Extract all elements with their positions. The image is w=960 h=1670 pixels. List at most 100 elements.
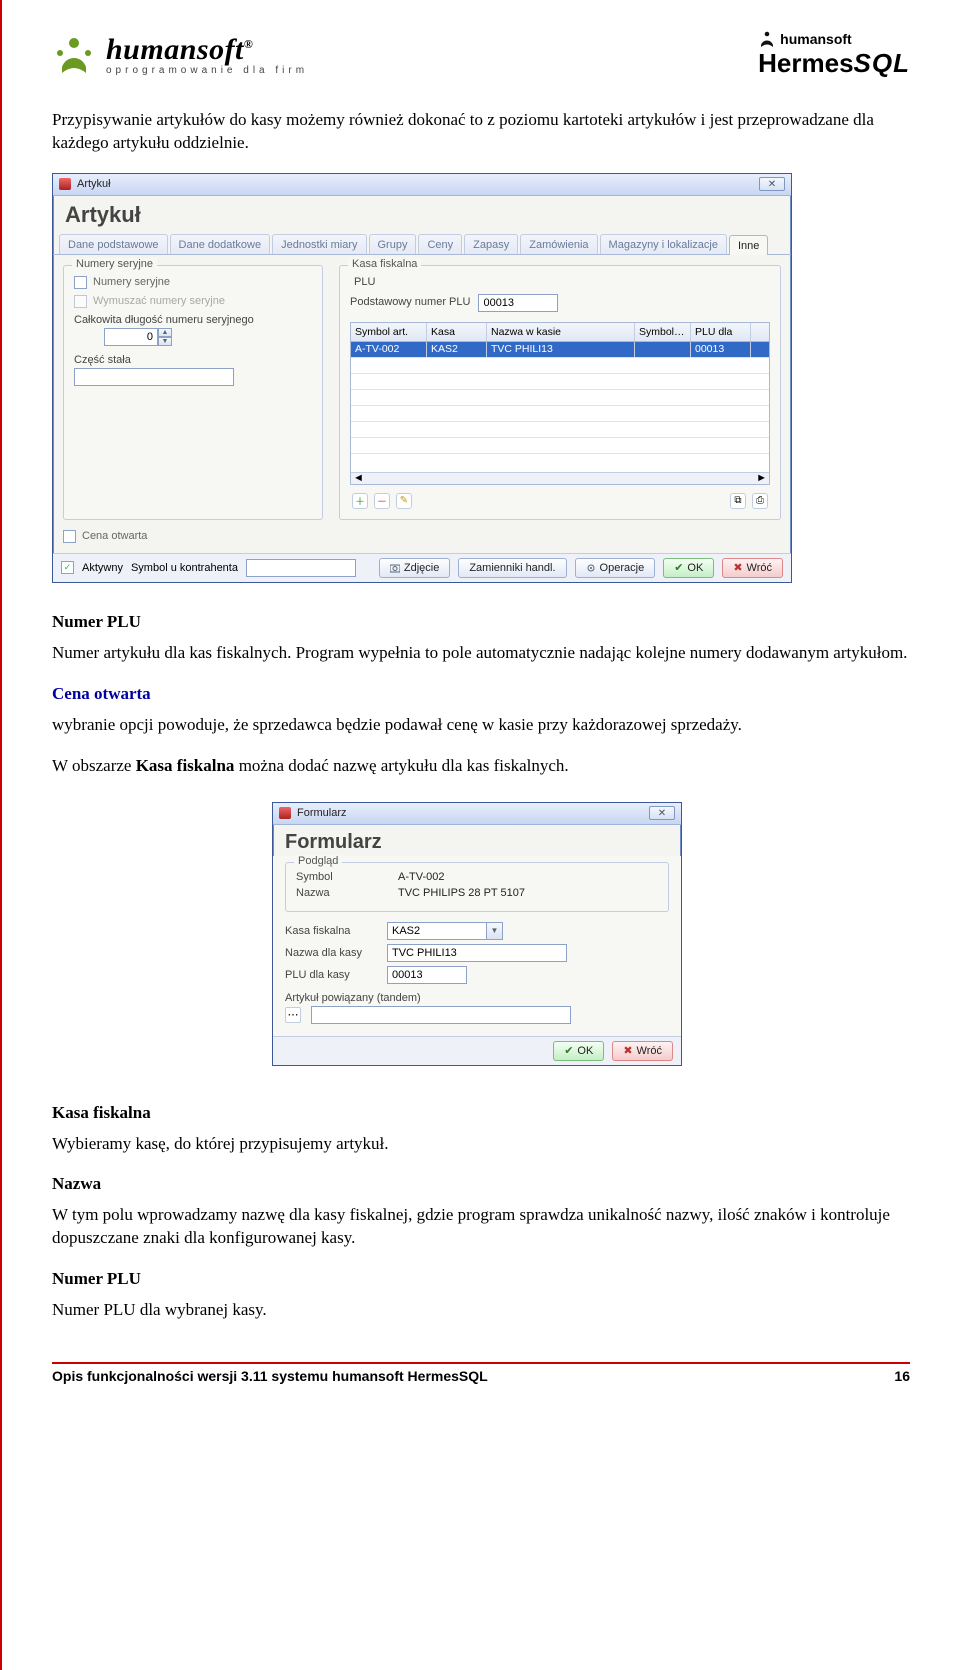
- logo-left: humansoft® oprogramowanie dla firm: [52, 33, 308, 77]
- tab-ceny[interactable]: Ceny: [418, 234, 462, 254]
- intro-paragraph: Przypisywanie artykułów do kasy możemy r…: [52, 109, 910, 155]
- zamienniki-button[interactable]: Zamienniki handl.: [458, 558, 566, 578]
- grid-edit-icon[interactable]: ✎: [396, 493, 412, 509]
- h-numer-plu: Numer PLU: [52, 612, 141, 631]
- h-numer-plu2: Numer PLU: [52, 1269, 141, 1288]
- tab-grupy[interactable]: Grupy: [369, 234, 417, 254]
- checkbox-numery-seryjne[interactable]: [74, 276, 87, 289]
- tab-inne[interactable]: Inne: [729, 235, 768, 255]
- grid-add-icon[interactable]: ＋: [352, 493, 368, 509]
- group-kasa-fiskalna: Kasa fiskalna PLU Podstawowy numer PLU S…: [339, 265, 781, 520]
- page-number: 16: [894, 1368, 910, 1384]
- table-row[interactable]: [351, 358, 769, 374]
- titlebar[interactable]: Formularz ✕: [273, 803, 681, 825]
- spin-up-icon[interactable]: ▲: [158, 328, 172, 337]
- table-row[interactable]: [351, 422, 769, 438]
- wroc-button[interactable]: ✖Wróć: [722, 558, 783, 578]
- artykul-window: Artykuł ✕ Artykuł Dane podstawowe Dane d…: [52, 173, 792, 583]
- brand-tagline: oprogramowanie dla firm: [106, 65, 308, 76]
- bottom-toolbar: ✓ Aktywny Symbol u kontrahenta Zdjęcie Z…: [53, 553, 791, 582]
- label-podstawowy-plu: Podstawowy numer PLU: [350, 296, 470, 308]
- grid-remove-icon[interactable]: －: [374, 493, 390, 509]
- ok-button[interactable]: ✔OK: [553, 1041, 604, 1061]
- tandem-lookup-icon[interactable]: ⋯: [285, 1007, 301, 1023]
- kasa-grid[interactable]: Symbol art. Kasa Nazwa w kasie Symbol ar…: [350, 322, 770, 485]
- p-obszar: W obszarze Kasa fiskalna można dodać naz…: [52, 755, 910, 778]
- label-aktywny: Aktywny: [82, 562, 123, 574]
- grid-header[interactable]: PLU dla: [691, 323, 751, 341]
- close-icon[interactable]: ✕: [759, 177, 785, 191]
- p-cena-otwarta: wybranie opcji powoduje, że sprzedawca b…: [52, 714, 910, 737]
- value-nazwa: TVC PHILIPS 28 PT 5107: [398, 887, 525, 899]
- input-podstawowy-plu[interactable]: [478, 294, 558, 312]
- window-icon: [279, 807, 291, 819]
- window-icon: [59, 178, 71, 190]
- wroc-button[interactable]: ✖Wróć: [612, 1041, 673, 1061]
- group-numery-seryjne: Numery seryjne Numery seryjne Wymuszać n…: [63, 265, 323, 520]
- brand-name: humansoft®: [106, 33, 308, 67]
- window-title: Artykuł: [77, 178, 111, 190]
- photo-icon: [390, 563, 400, 573]
- tab-zapasy[interactable]: Zapasy: [464, 234, 518, 254]
- h-nazwa: Nazwa: [52, 1174, 101, 1193]
- titlebar[interactable]: Artykuł ✕: [53, 174, 791, 196]
- page-footer: Opis funkcjonalności wersji 3.11 systemu…: [52, 1362, 910, 1384]
- h-cena-otwarta: Cena otwarta: [52, 684, 151, 703]
- input-tandem[interactable]: [311, 1006, 571, 1024]
- window-heading: Artykuł: [53, 196, 791, 230]
- table-row[interactable]: A-TV-002 KAS2 TVC PHILI13 00013: [351, 342, 769, 358]
- formularz-window: Formularz ✕ Formularz Podgląd Symbol A-T…: [272, 802, 682, 1066]
- table-row[interactable]: [351, 390, 769, 406]
- grid-header[interactable]: Symbol art.: [351, 323, 427, 341]
- humansoft-small-icon: [758, 30, 776, 48]
- gear-icon: [586, 563, 596, 573]
- checkbox-aktywny[interactable]: ✓: [61, 561, 74, 574]
- footer-text: Opis funkcjonalności wersji 3.11 systemu…: [52, 1368, 488, 1384]
- label-dlugosc: Całkowita długość numeru seryjnego: [74, 314, 312, 326]
- label-czesc-stala: Część stała: [74, 354, 312, 366]
- humansoft-figure-icon: [52, 33, 96, 77]
- grid-scrollbar[interactable]: ◄►: [351, 472, 769, 484]
- input-symbol-kontrahenta[interactable]: [246, 559, 356, 577]
- operacje-button[interactable]: Operacje: [575, 558, 656, 578]
- input-czesc-stala[interactable]: [74, 368, 234, 386]
- p-numer-plu: Numer artykułu dla kas fiskalnych. Progr…: [52, 642, 910, 665]
- table-row[interactable]: [351, 406, 769, 422]
- chevron-down-icon[interactable]: ▼: [487, 922, 503, 940]
- label-wymuszac: Wymuszać numery seryjne: [93, 295, 225, 307]
- tab-magazyny[interactable]: Magazyny i lokalizacje: [600, 234, 727, 254]
- checkbox-wymuszac[interactable]: [74, 295, 87, 308]
- spin-down-icon[interactable]: ▼: [158, 337, 172, 346]
- close-icon[interactable]: ✕: [649, 806, 675, 820]
- grid-print-icon[interactable]: ⎙: [752, 493, 768, 509]
- grid-header[interactable]: Nazwa w kasie: [487, 323, 635, 341]
- tab-dane-dodatkowe[interactable]: Dane dodatkowe: [170, 234, 271, 254]
- p-numer-plu2: Numer PLU dla wybranej kasy.: [52, 1299, 910, 1322]
- group-legend: Numery seryjne: [72, 258, 157, 270]
- label-plu-dla-kasy: PLU dla kasy: [285, 969, 377, 981]
- grid-header[interactable]: Symbol art. pow.: [635, 323, 691, 341]
- window-heading: Formularz: [273, 825, 681, 856]
- label-kasa-fiskalna: Kasa fiskalna: [285, 925, 377, 937]
- ok-button[interactable]: ✔OK: [663, 558, 714, 578]
- input-dlugosc[interactable]: [104, 328, 158, 346]
- input-nazwa-dla-kasy[interactable]: [387, 944, 567, 962]
- table-row[interactable]: [351, 438, 769, 454]
- tab-jednostki[interactable]: Jednostki miary: [272, 234, 366, 254]
- brand-small-text: humansoft: [780, 31, 852, 47]
- combo-kasa-fiskalna[interactable]: [387, 922, 487, 940]
- grid-copy-icon[interactable]: ⧉: [730, 493, 746, 509]
- label-numery-seryjne: Numery seryjne: [93, 276, 170, 288]
- checkbox-cena-otwarta[interactable]: [63, 530, 76, 543]
- label-plu-sub: PLU: [354, 276, 770, 288]
- tab-zamowienia[interactable]: Zamówienia: [520, 234, 597, 254]
- zdjecie-button[interactable]: Zdjęcie: [379, 558, 450, 578]
- input-plu-dla-kasy[interactable]: [387, 966, 467, 984]
- grid-header[interactable]: Kasa: [427, 323, 487, 341]
- window-title: Formularz: [297, 807, 347, 819]
- label-nazwa-dla-kasy: Nazwa dla kasy: [285, 947, 377, 959]
- product-name: HermesSQL: [758, 48, 910, 79]
- table-row[interactable]: [351, 374, 769, 390]
- tab-dane-podstawowe[interactable]: Dane podstawowe: [59, 234, 168, 254]
- brand-header: humansoft® oprogramowanie dla firm human…: [52, 30, 910, 79]
